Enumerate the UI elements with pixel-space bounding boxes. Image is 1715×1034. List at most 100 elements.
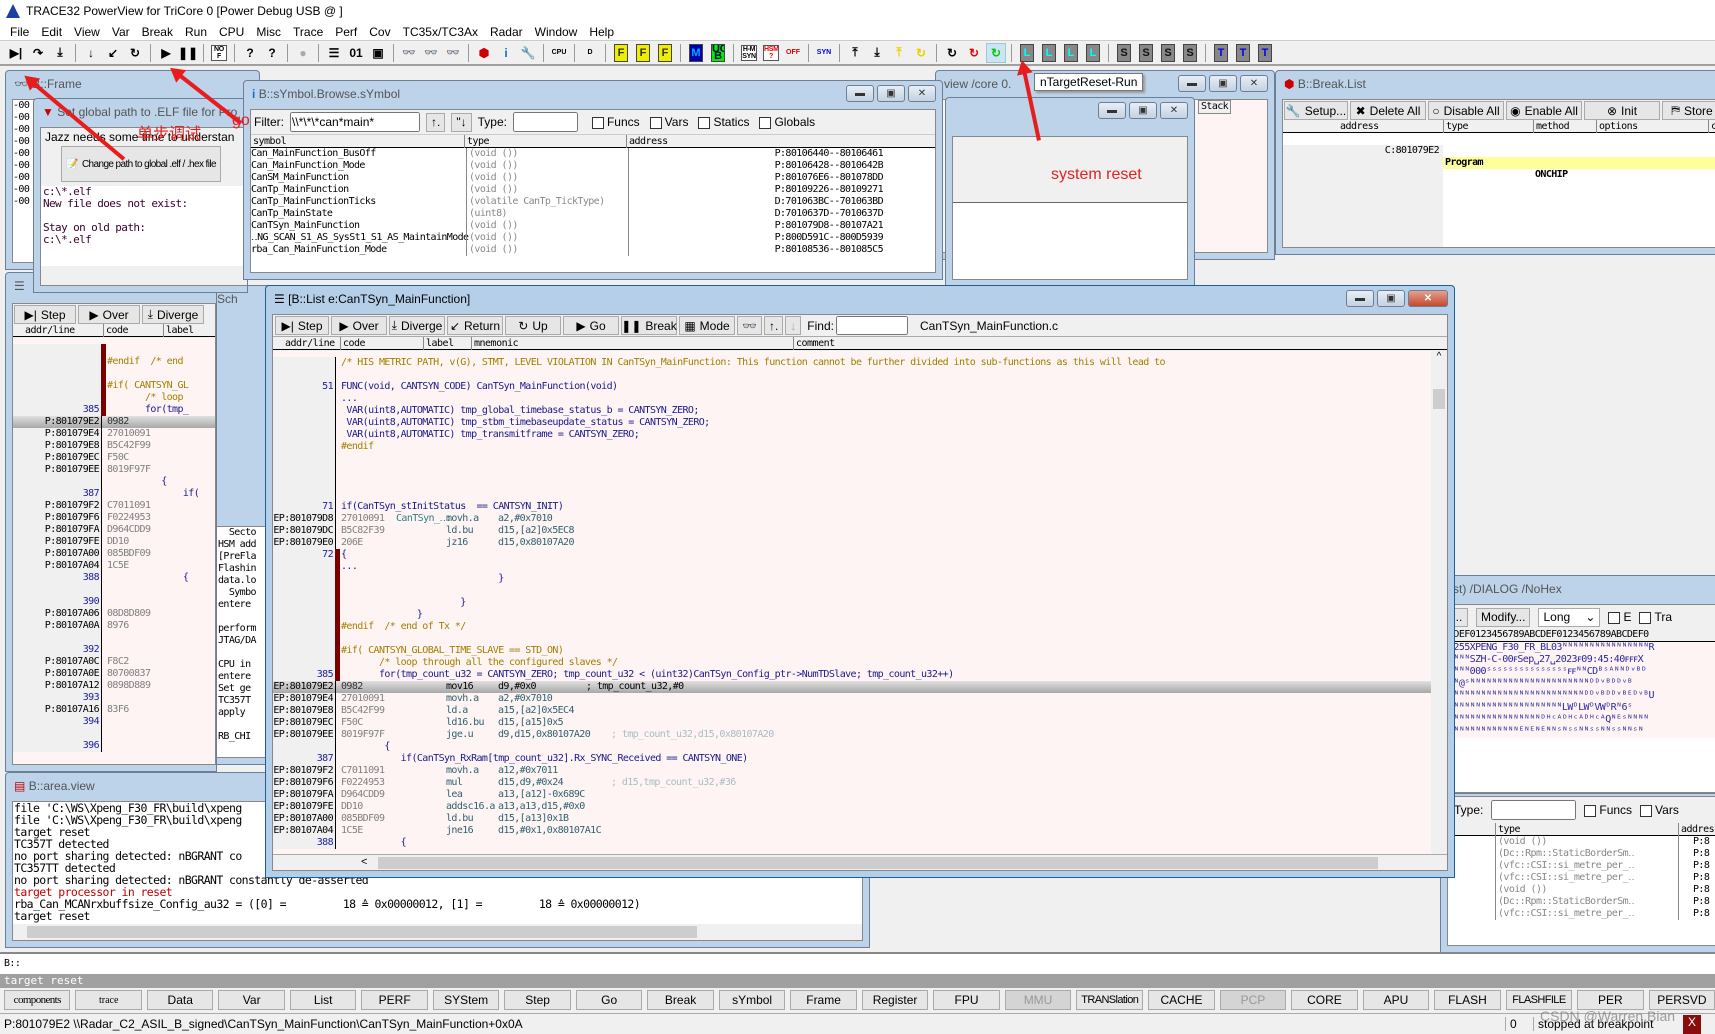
source-row[interactable]: { <box>273 741 1431 753</box>
source-row[interactable]: 71 if(CanTSyn_stInitStatus == CANTSYN_INI… <box>273 501 1431 513</box>
softkey-persvd[interactable]: PERSVD <box>1648 990 1715 1010</box>
find-input[interactable] <box>835 316 908 335</box>
breakpoint-marker[interactable] <box>101 344 106 356</box>
softkey-components[interactable]: components <box>4 990 71 1010</box>
mode-button[interactable]: ▦ Mode <box>679 316 735 335</box>
asm-row[interactable]: EP:801079EE 8019F97F jge.u d9,d15,0x80107A2… <box>273 729 1431 741</box>
source-row[interactable]: 385 for(tmp_ <box>13 404 215 416</box>
menu-edit[interactable]: Edit <box>35 25 68 39</box>
asm-row[interactable]: EP:801079EC F50C ld16.bu d15,[a15]0x5 <box>273 717 1431 729</box>
asm-row[interactable]: P:801079F6 F0224953 <box>13 512 215 524</box>
left-list-window[interactable]: ☰ ▶| Step ▶ Over ⤓ Diverge addr/line code label… <box>5 272 217 772</box>
source-row[interactable]: 51 FUNC(void, CANTSYN_CODE) CanTSyn_MainF… <box>273 381 1431 393</box>
column-address[interactable]: address <box>1338 120 1379 133</box>
enable-all-button[interactable]: ◉ Enable All <box>1506 101 1582 120</box>
softkey-per[interactable]: PER <box>1577 990 1644 1010</box>
source-row[interactable]: #endif /* end <box>13 356 215 368</box>
source-row[interactable]: } <box>273 597 1431 609</box>
menu-tc35xtc3ax[interactable]: TC35x/TC3Ax <box>397 25 484 39</box>
diverge-button[interactable]: ⤓ Diverge <box>142 305 204 324</box>
asm-row[interactable]: EP:801079FA D964CDD9 lea a13,[a12]-0x689C <box>273 789 1431 801</box>
softkey-data[interactable]: Data <box>146 990 214 1010</box>
breakpoint-row[interactable]: C:801079E2 Program ONCHIP <box>1283 133 1715 247</box>
hm-syn-icon[interactable]: H-M SYN <box>739 43 759 63</box>
syn-icon[interactable]: SYN <box>814 43 834 63</box>
maximize-button[interactable]: ▣ <box>1209 75 1237 92</box>
symbol-row[interactable]: CanTp_MainState (uint8) D:7010637D--701063… <box>251 208 935 220</box>
column-label[interactable]: label <box>163 324 194 337</box>
close-button[interactable]: ✕ <box>908 85 936 102</box>
step-button[interactable]: ▶| Step <box>275 316 329 335</box>
sort-up-button[interactable]: ↑. <box>426 112 446 132</box>
m-icon[interactable]: M <box>686 43 706 63</box>
diverge-button[interactable]: ⤓ Diverge <box>389 316 445 335</box>
horizontal-scrollbar[interactable] <box>13 924 862 940</box>
column-type[interactable]: type <box>1495 823 1521 836</box>
init-button[interactable]: ⊗ Init <box>1584 101 1660 120</box>
source-row[interactable]: VAR(uint8,AUTOMATIC) tmp_transmitframe =… <box>273 429 1431 441</box>
asm-row[interactable]: P:80107A04 1C5E <box>13 560 215 572</box>
breakpoint-marker[interactable] <box>101 380 106 392</box>
menu-cpu[interactable]: CPU <box>213 25 250 39</box>
source-row[interactable]: 390 <box>13 596 215 608</box>
hsm-off-icon[interactable]: OFF <box>783 43 803 63</box>
column-type[interactable]: type <box>464 135 490 148</box>
reset-run-icon[interactable]: ↻ <box>986 42 1006 63</box>
ucb-icon[interactable]: UC B <box>708 43 728 63</box>
list-window[interactable]: ☰ [B::List e:CanTSyn_MainFunction] ▬ ▣ ✕ ▶… <box>265 285 1455 878</box>
symbol-row[interactable]: (vfc::CSI::si_metre_per_‥ P:8 <box>1448 908 1715 920</box>
column-addrline[interactable]: addr/line <box>283 337 335 350</box>
disable-all-button[interactable]: ○ Disable All <box>1428 101 1504 120</box>
source-row[interactable]: } <box>273 609 1431 621</box>
blank-row[interactable] <box>273 465 1431 477</box>
softkey-break[interactable]: Break <box>647 990 714 1010</box>
dump-row[interactable]: f255XPENG_F30_FR_BL03ᴺᴺᴺᴺᴺᴺᴺᴺᴺᴺᴺᴺᴺᴺᴺᴺR <box>1448 642 1715 654</box>
t3-icon[interactable]: T <box>1255 43 1275 63</box>
dump-row[interactable]: ᴺᴺᴺᴺ000ˢˢˢˢˢˢˢˢˢˢˢˢˢˢˢꜰꜰᴺᴺCDᴮˢᴬᴺᴺᴰᵛᴮᴰ <box>1448 666 1715 678</box>
source-row[interactable]: VAR(uint8,AUTOMATIC) tmp_stbm_timebaseup… <box>273 417 1431 429</box>
symbol-row[interactable]: (vfc::CSI::si_metre_per_‥ P:8 <box>1448 872 1715 884</box>
asm-row[interactable]: EP:801079E4 27010091 movh.a a2,#0x7010 <box>273 693 1431 705</box>
return-icon[interactable]: ↙ <box>103 43 123 63</box>
source-row[interactable]: 392 <box>13 644 215 656</box>
asm-row[interactable]: EP:80107A04 1C5E jne16 d15,#0x1,0x80107A1C <box>273 825 1431 837</box>
asm-row[interactable]: P:80107A16 83F6 <box>13 704 215 716</box>
breakpoint-marker[interactable] <box>101 368 106 380</box>
softkey-var[interactable]: Var <box>218 990 285 1010</box>
asm-row[interactable]: P:80107A12 0898D889 <box>13 680 215 692</box>
symbol-row[interactable]: (Dc::Rpm::StaticBorderSm‥ P:8 <box>1448 896 1715 908</box>
checkbox-track[interactable]: Tra <box>1639 610 1672 624</box>
softkey-fpu[interactable]: FPU <box>933 990 1000 1010</box>
go-up-icon[interactable]: ⤒ <box>845 43 865 63</box>
asm-row[interactable]: P:801079EE 8019F97F <box>13 464 215 476</box>
source-row[interactable]: { <box>13 476 215 488</box>
yellow-return-icon[interactable]: ↻ <box>911 43 931 63</box>
menu-trace[interactable]: Trace <box>287 25 329 39</box>
asm-row[interactable]: P:801079F2 C7011091 <box>13 500 215 512</box>
over-button[interactable]: ▶ Over <box>331 316 387 335</box>
dump-row[interactable]: ᴺᴺᴺᴺᴺᴺᴺᴺᴺᴺᴺᴺᴺᴺᴺᴺᴺᴺᴺᴺᴺᴺᴺᴺᴺᴰᴰᵛᴮᴰᴰᵛᴮᴱᴰᵛᴮU <box>1448 690 1715 702</box>
stop-icon[interactable]: ● <box>293 43 313 63</box>
t2-icon[interactable]: T <box>1233 43 1253 63</box>
breakpoint-icon[interactable]: ⬢ <box>474 43 494 63</box>
softkey-flashfile[interactable]: FLASHFILE <box>1505 990 1573 1010</box>
vertical-scrollbar[interactable]: ^ <box>1431 351 1447 854</box>
setup-button[interactable]: 🔧 Setup... <box>1284 101 1348 120</box>
source-row[interactable]: #if( CANTSYN_GLOBAL_TIME_SLAVE == STD_ON… <box>273 645 1431 657</box>
asm-row[interactable]: EP:801079D8 27010091 CanTSyn_‥: movh.a a2,#0… <box>273 513 1431 525</box>
menu-view[interactable]: View <box>68 25 106 39</box>
cpu-icon[interactable]: CPU <box>549 43 569 63</box>
dump-row[interactable]: ᴺᴺᴺᴺᴺᴺᴺᴺᴺᴺᴺᴺᴺᴺᴺᴺᴺᴰᴴᶜᴬᴰᴴᶜᴬᴰᴴᶜᴬQᴺᴱˢᴺᴺᴺᴺ <box>1448 714 1715 726</box>
breakpoint-marker[interactable] <box>335 585 340 597</box>
over-button[interactable]: ▶ Over <box>78 305 140 324</box>
symbol-row[interactable]: (void ()) P:8 <box>1448 884 1715 896</box>
source-row[interactable]: #endif <box>273 441 1431 453</box>
asm-row[interactable]: EP:801079F2 C7011091 movh.a a12,#0x7011 <box>273 765 1431 777</box>
sort-down-button[interactable]: "↓ <box>451 112 472 132</box>
s1-icon[interactable]: S <box>1114 43 1134 63</box>
menu-break[interactable]: Break <box>136 25 179 39</box>
close-button[interactable]: ✕ <box>1240 75 1268 92</box>
over-icon[interactable]: ↷ <box>28 43 48 63</box>
step-down-icon[interactable]: ↓ <box>81 43 101 63</box>
list-icon[interactable]: ☰ <box>324 43 344 63</box>
